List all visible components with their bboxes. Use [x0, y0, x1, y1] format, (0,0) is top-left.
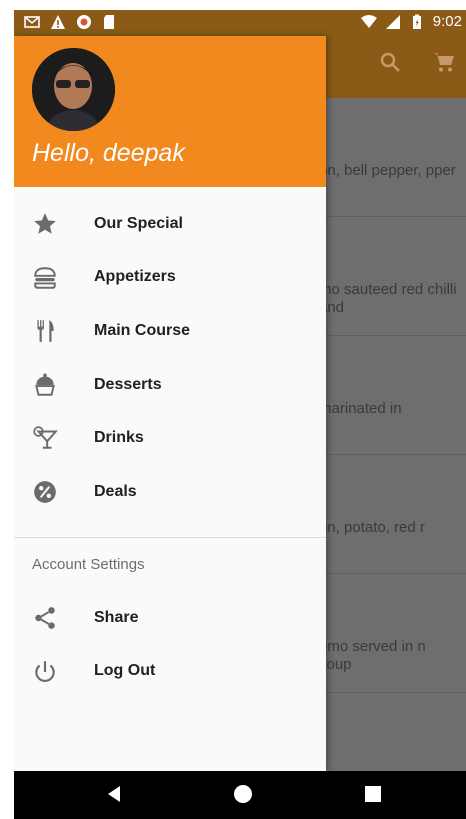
phone-screen: 9:02 on, bell pepper, pper mo sauteed re… — [14, 10, 466, 819]
cocktail-icon — [33, 426, 58, 450]
warning-icon — [51, 15, 65, 29]
cart-icon[interactable] — [432, 50, 456, 74]
drawer-menu: Our Special Appetizers Main Course Desse… — [14, 197, 326, 519]
back-button[interactable] — [104, 783, 126, 805]
account-menu: Share Log Out — [14, 591, 326, 698]
record-icon — [77, 15, 91, 29]
signal-icon — [385, 14, 400, 29]
menu-item-label: Share — [94, 608, 139, 626]
status-time: 9:02 — [432, 13, 462, 30]
item-description: omo served in n soup — [319, 638, 426, 673]
menu-item-deals[interactable]: Deals — [14, 465, 326, 519]
greeting-text: Hello, deepak — [32, 139, 185, 167]
gmail-icon — [24, 16, 40, 28]
menu-item-label: Appetizers — [94, 268, 176, 286]
section-title-account-settings: Account Settings — [32, 556, 145, 573]
avatar[interactable] — [32, 48, 115, 131]
power-icon — [35, 660, 55, 682]
navigation-drawer: Hello, deepak Our Special Appetizers Mai… — [14, 36, 326, 771]
left-margin — [0, 0, 14, 819]
menu-divider — [14, 537, 326, 538]
item-description: marinated in — [319, 400, 402, 417]
item-description: mo sauteed red chilli and — [319, 281, 457, 316]
wifi-icon — [360, 14, 377, 28]
cutlery-icon — [37, 320, 54, 343]
recents-button[interactable] — [362, 783, 384, 805]
drawer-header: Hello, deepak — [14, 36, 326, 187]
menu-item-drinks[interactable]: Drinks — [14, 411, 326, 465]
item-description: on, potato, red r — [319, 519, 425, 536]
star-icon — [34, 213, 56, 234]
toolbar-actions — [378, 50, 456, 74]
menu-item-label: Log Out — [94, 662, 156, 680]
system-nav-bar — [14, 771, 466, 819]
burger-icon — [34, 266, 56, 289]
menu-item-label: Deals — [94, 482, 137, 500]
menu-item-label: Main Course — [94, 321, 191, 339]
menu-item-label: Our Special — [94, 214, 183, 232]
menu-item-main-course[interactable]: Main Course — [14, 304, 326, 358]
menu-item-desserts[interactable]: Desserts — [14, 358, 326, 412]
menu-item-share[interactable]: Share — [14, 591, 326, 645]
cupcake-icon — [35, 373, 55, 396]
status-bar: 9:02 — [14, 10, 466, 36]
menu-item-our-special[interactable]: Our Special — [14, 197, 326, 251]
menu-item-appetizers[interactable]: Appetizers — [14, 251, 326, 305]
share-icon — [35, 607, 55, 629]
sd-card-icon — [104, 15, 114, 29]
search-icon[interactable] — [378, 50, 402, 74]
item-description: on, bell pepper, pper — [319, 162, 456, 179]
percent-badge-icon — [34, 481, 56, 503]
home-button[interactable] — [232, 783, 254, 805]
menu-item-label: Desserts — [94, 375, 162, 393]
menu-item-label: Drinks — [94, 429, 144, 447]
menu-item-log-out[interactable]: Log Out — [14, 645, 326, 699]
battery-icon — [412, 14, 421, 29]
